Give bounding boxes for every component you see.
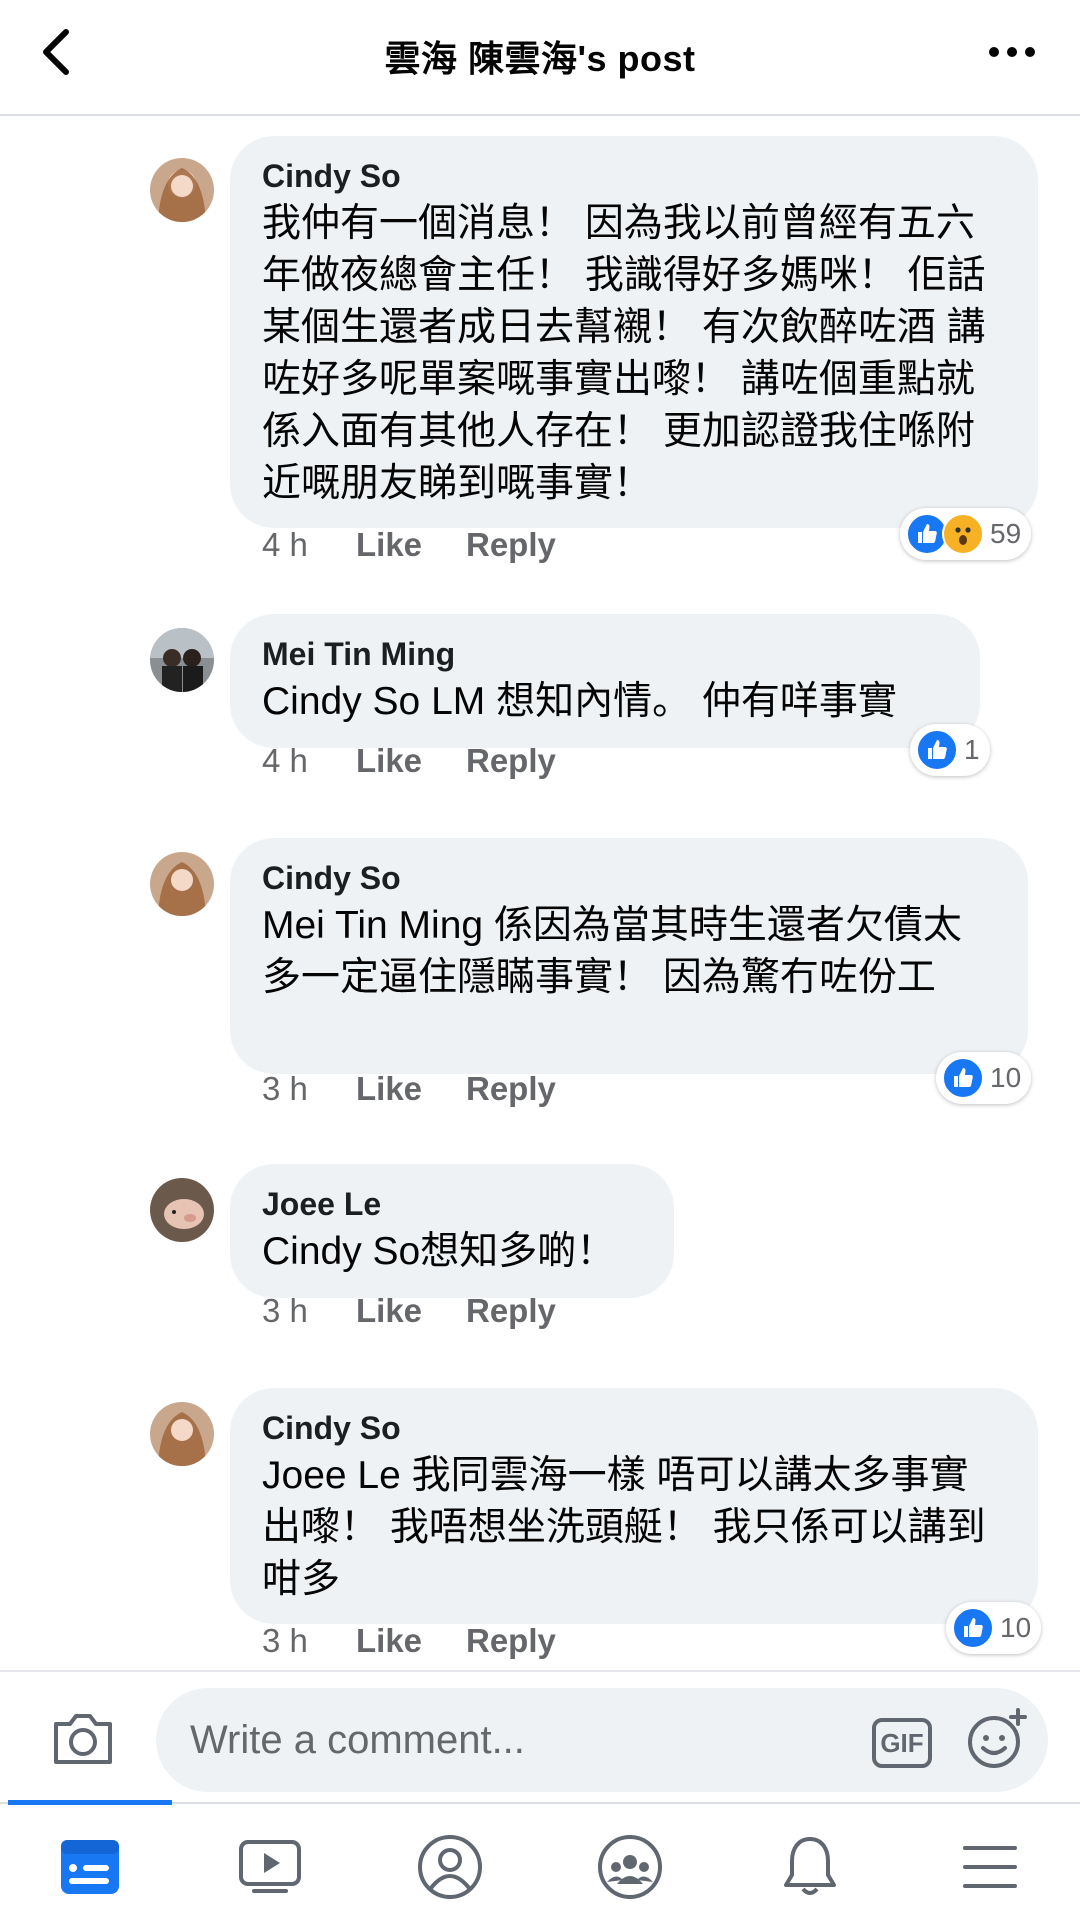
tab-groups[interactable] [595, 1832, 665, 1902]
avatar[interactable] [150, 1402, 214, 1466]
active-tab-indicator [8, 1800, 172, 1805]
menu-icon [963, 1846, 1017, 1888]
comment-text: Cindy So LM 想知內情。 仲有咩事實 [262, 680, 897, 723]
comment-actions: 3 h Like Reply [262, 1622, 556, 1660]
comment-time: 4 h [262, 526, 308, 563]
notifications-icon [784, 1837, 836, 1895]
reply-button[interactable]: Reply [466, 742, 556, 780]
reaction-summary[interactable]: 1 [910, 724, 990, 776]
reply-button[interactable]: Reply [466, 1292, 556, 1330]
like-button[interactable]: Like [356, 1070, 466, 1108]
reaction-summary[interactable]: 10 [946, 1602, 1042, 1654]
avatar[interactable] [150, 628, 214, 692]
comment-author[interactable]: Cindy So [262, 156, 1006, 196]
page-title: 雲海 陳雲海's post [384, 38, 696, 79]
avatar[interactable] [150, 158, 214, 222]
like-button[interactable]: Like [356, 1622, 466, 1660]
post-header: 雲海 陳雲海's post [0, 0, 1080, 116]
news-feed-icon [61, 1840, 119, 1894]
comment-bubble[interactable]: Cindy So Mei Tin Ming 係因為當其時生還者欠債太多一定逼住隱… [230, 838, 1028, 1074]
comment-actions: 4 h Like Reply [262, 526, 556, 564]
gif-button[interactable]: GIF [872, 1718, 932, 1768]
comment-time: 3 h [262, 1070, 308, 1107]
watch-icon [239, 1840, 301, 1893]
camera-button[interactable] [50, 1708, 116, 1768]
reaction-count: 10 [1000, 1612, 1032, 1643]
reaction-summary[interactable]: 10 [936, 1052, 1032, 1104]
groups-icon [598, 1835, 662, 1899]
tab-notifications[interactable] [775, 1832, 845, 1902]
tab-menu[interactable] [955, 1832, 1025, 1902]
comment-time: 3 h [262, 1622, 308, 1659]
comment-composer: GIF [0, 1670, 1080, 1802]
comment-text: Joee Le 我同雲海一樣 唔可以講太多事實出嚟！ 我唔想坐洗頭艇！ 我只係可… [262, 1454, 986, 1601]
comment-list: Cindy So 我仲有一個消息！ 因為我以前曾經有五六年做夜總會主任！ 我識得… [0, 116, 1080, 1670]
comment-bubble[interactable]: Joee Le Cindy So想知多啲！ [230, 1164, 674, 1298]
tab-news-feed[interactable] [55, 1832, 125, 1902]
like-button[interactable]: Like [356, 526, 466, 564]
camera-icon [54, 1714, 112, 1764]
comment-author[interactable]: Mei Tin Ming [262, 634, 948, 674]
reaction-count: 1 [964, 734, 980, 765]
like-button[interactable]: Like [356, 742, 466, 780]
comment-author[interactable]: Cindy So [262, 1408, 1006, 1448]
comment-text: 我仲有一個消息！ 因為我以前曾經有五六年做夜總會主任！ 我識得好多媽咪！ 佢話某… [262, 202, 986, 505]
comment-author[interactable]: Cindy So [262, 858, 996, 898]
thumbs-up-icon [916, 729, 958, 771]
comment-author[interactable]: Joee Le [262, 1184, 642, 1224]
thumbs-up-icon [952, 1607, 994, 1649]
emoji-button[interactable] [966, 1708, 1028, 1770]
comment-bubble[interactable]: Mei Tin Ming Cindy So LM 想知內情。 仲有咩事實 [230, 614, 980, 748]
reaction-count: 59 [990, 518, 1022, 549]
more-options-button[interactable] [980, 32, 1044, 72]
avatar[interactable] [150, 852, 214, 916]
avatar[interactable] [150, 1178, 214, 1242]
bottom-nav [0, 1800, 1080, 1920]
comment-actions: 4 h Like Reply [262, 742, 556, 780]
reply-button[interactable]: Reply [466, 526, 556, 564]
comment-text: Mei Tin Ming 係因為當其時生還者欠債太多一定逼住隱瞞事實！ 因為驚冇… [262, 904, 962, 999]
comment-time: 4 h [262, 742, 308, 779]
reaction-count: 10 [990, 1062, 1022, 1093]
comment-bubble[interactable]: Cindy So 我仲有一個消息！ 因為我以前曾經有五六年做夜總會主任！ 我識得… [230, 136, 1038, 528]
wow-icon [942, 513, 984, 555]
comment-actions: 3 h Like Reply [262, 1292, 556, 1330]
reply-button[interactable]: Reply [466, 1622, 556, 1660]
reaction-summary[interactable]: 59 [900, 508, 1032, 560]
tab-watch[interactable] [235, 1832, 305, 1902]
comment-time: 3 h [262, 1292, 308, 1329]
emoji-add-icon [968, 1708, 1027, 1768]
profile-icon [418, 1835, 482, 1899]
reply-button[interactable]: Reply [466, 1070, 556, 1108]
more-dots-icon [989, 47, 999, 57]
comment-bubble[interactable]: Cindy So Joee Le 我同雲海一樣 唔可以講太多事實出嚟！ 我唔想坐… [230, 1388, 1038, 1624]
comment-text: Cindy So想知多啲！ [262, 1230, 616, 1273]
comment-actions: 3 h Like Reply [262, 1070, 556, 1108]
like-button[interactable]: Like [356, 1292, 466, 1330]
thumbs-up-icon [942, 1057, 984, 1099]
tab-profile[interactable] [415, 1832, 485, 1902]
